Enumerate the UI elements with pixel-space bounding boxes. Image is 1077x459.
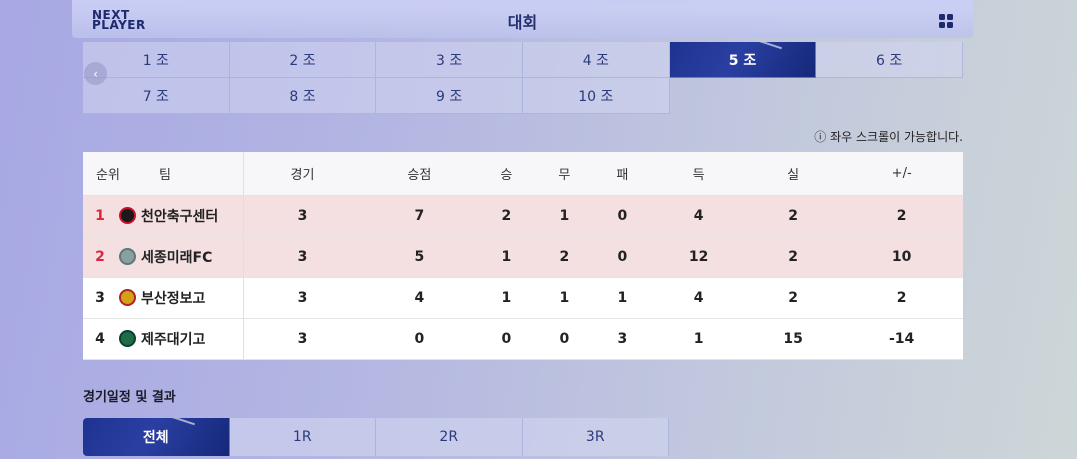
col-played: 경기 (243, 152, 362, 196)
tab-group-6[interactable]: 6 조 (816, 42, 963, 78)
win: 1 (477, 236, 536, 278)
rank: 2 (95, 248, 105, 265)
tab-group-5[interactable]: 5 조 (669, 42, 817, 78)
played: 3 (243, 236, 362, 278)
tab-group-7[interactable]: 7 조 (83, 78, 230, 114)
played: 3 (243, 277, 362, 319)
team-crest-icon (119, 330, 136, 347)
table-header-row: 순위 팀 경기 승점 승 무 패 득 실 +/- (83, 152, 963, 196)
goal-diff: 10 (840, 236, 963, 278)
draw: 1 (535, 277, 594, 319)
group-tabs: 1 조 2 조 3 조 4 조 5 조 6 조 7 조 8 조 9 조 10 조 (83, 42, 963, 114)
draw: 0 (535, 318, 594, 360)
draw: 1 (535, 195, 594, 237)
tab-group-4[interactable]: 4 조 (523, 42, 670, 78)
loss: 0 (593, 195, 652, 237)
played: 3 (243, 318, 362, 360)
table-row[interactable]: 2 세종미래FC 3 5 1 2 0 12 2 10 (83, 236, 963, 278)
col-win: 승 (477, 152, 536, 196)
draw: 2 (535, 236, 594, 278)
top-header: NEXT PLAYER 대회 (72, 0, 973, 38)
col-points: 승점 (361, 152, 478, 196)
team-name: 제주대기고 (141, 331, 206, 348)
goal-diff: -14 (840, 318, 963, 360)
page-title: 대회 (507, 13, 538, 32)
goals-against: 2 (745, 195, 841, 237)
goals-for: 1 (651, 318, 746, 360)
goals-against: 2 (745, 277, 841, 319)
points: 4 (361, 277, 478, 319)
tab-round-all[interactable]: 전체 (83, 418, 230, 456)
tab-group-9[interactable]: 9 조 (376, 78, 523, 114)
win: 1 (477, 277, 536, 319)
team-name: 천안축구센터 (141, 208, 219, 225)
tab-group-8[interactable]: 8 조 (229, 78, 377, 114)
col-rank: 순위 (83, 152, 133, 196)
team-cell: 1 천안축구센터 (83, 195, 244, 237)
grid-icon[interactable] (939, 14, 953, 28)
col-gd: +/- (840, 152, 963, 196)
round-tabs: 전체 1R 2R 3R (83, 418, 669, 456)
goals-against: 2 (745, 236, 841, 278)
team-crest-icon (119, 207, 136, 224)
team-cell: 3 부산정보고 (83, 277, 244, 319)
col-loss: 패 (593, 152, 652, 196)
schedule-title: 경기일정 및 결과 (83, 390, 176, 405)
points: 0 (361, 318, 478, 360)
table-row[interactable]: 1 천안축구센터 3 7 2 1 0 4 2 2 (83, 195, 963, 237)
goals-for: 12 (651, 236, 746, 278)
rank: 4 (95, 330, 105, 347)
team-crest-icon (119, 248, 136, 265)
col-ga: 실 (745, 152, 841, 196)
tab-group-3[interactable]: 3 조 (376, 42, 523, 78)
col-team: 팀 (133, 152, 244, 196)
standings-table: 순위 팀 경기 승점 승 무 패 득 실 +/- 1 천안축구센터 3 7 2 … (83, 152, 963, 360)
empty-cell (670, 78, 817, 114)
team-crest-icon (119, 289, 136, 306)
empty-cell (816, 78, 963, 114)
points: 7 (361, 195, 478, 237)
goal-diff: 2 (840, 195, 963, 237)
col-gf: 득 (651, 152, 746, 196)
team-cell: 4 제주대기고 (83, 318, 244, 360)
col-draw: 무 (535, 152, 594, 196)
table-row[interactable]: 4 제주대기고 3 0 0 0 3 1 15 -14 (83, 318, 963, 360)
tab-round-1[interactable]: 1R (229, 418, 376, 456)
chevron-left-icon[interactable]: ‹ (84, 62, 107, 85)
goal-diff: 2 (840, 277, 963, 319)
team-name: 부산정보고 (141, 290, 206, 307)
team-cell: 2 세종미래FC (83, 236, 244, 278)
rank: 3 (95, 289, 105, 306)
goals-against: 15 (745, 318, 841, 360)
goals-for: 4 (651, 277, 746, 319)
tab-group-10[interactable]: 10 조 (523, 78, 670, 114)
loss: 0 (593, 236, 652, 278)
tab-group-2[interactable]: 2 조 (229, 42, 377, 78)
tab-round-2[interactable]: 2R (376, 418, 523, 456)
loss: 3 (593, 318, 652, 360)
played: 3 (243, 195, 362, 237)
win: 0 (477, 318, 536, 360)
table-row[interactable]: 3 부산정보고 3 4 1 1 1 4 2 2 (83, 277, 963, 319)
loss: 1 (593, 277, 652, 319)
team-name: 세종미래FC (141, 249, 213, 266)
win: 2 (477, 195, 536, 237)
points: 5 (361, 236, 478, 278)
goals-for: 4 (651, 195, 746, 237)
rank: 1 (95, 207, 105, 224)
tab-round-3[interactable]: 3R (522, 418, 669, 456)
scroll-hint: ⓘ 좌우 스크롤이 가능합니다. (814, 130, 963, 144)
